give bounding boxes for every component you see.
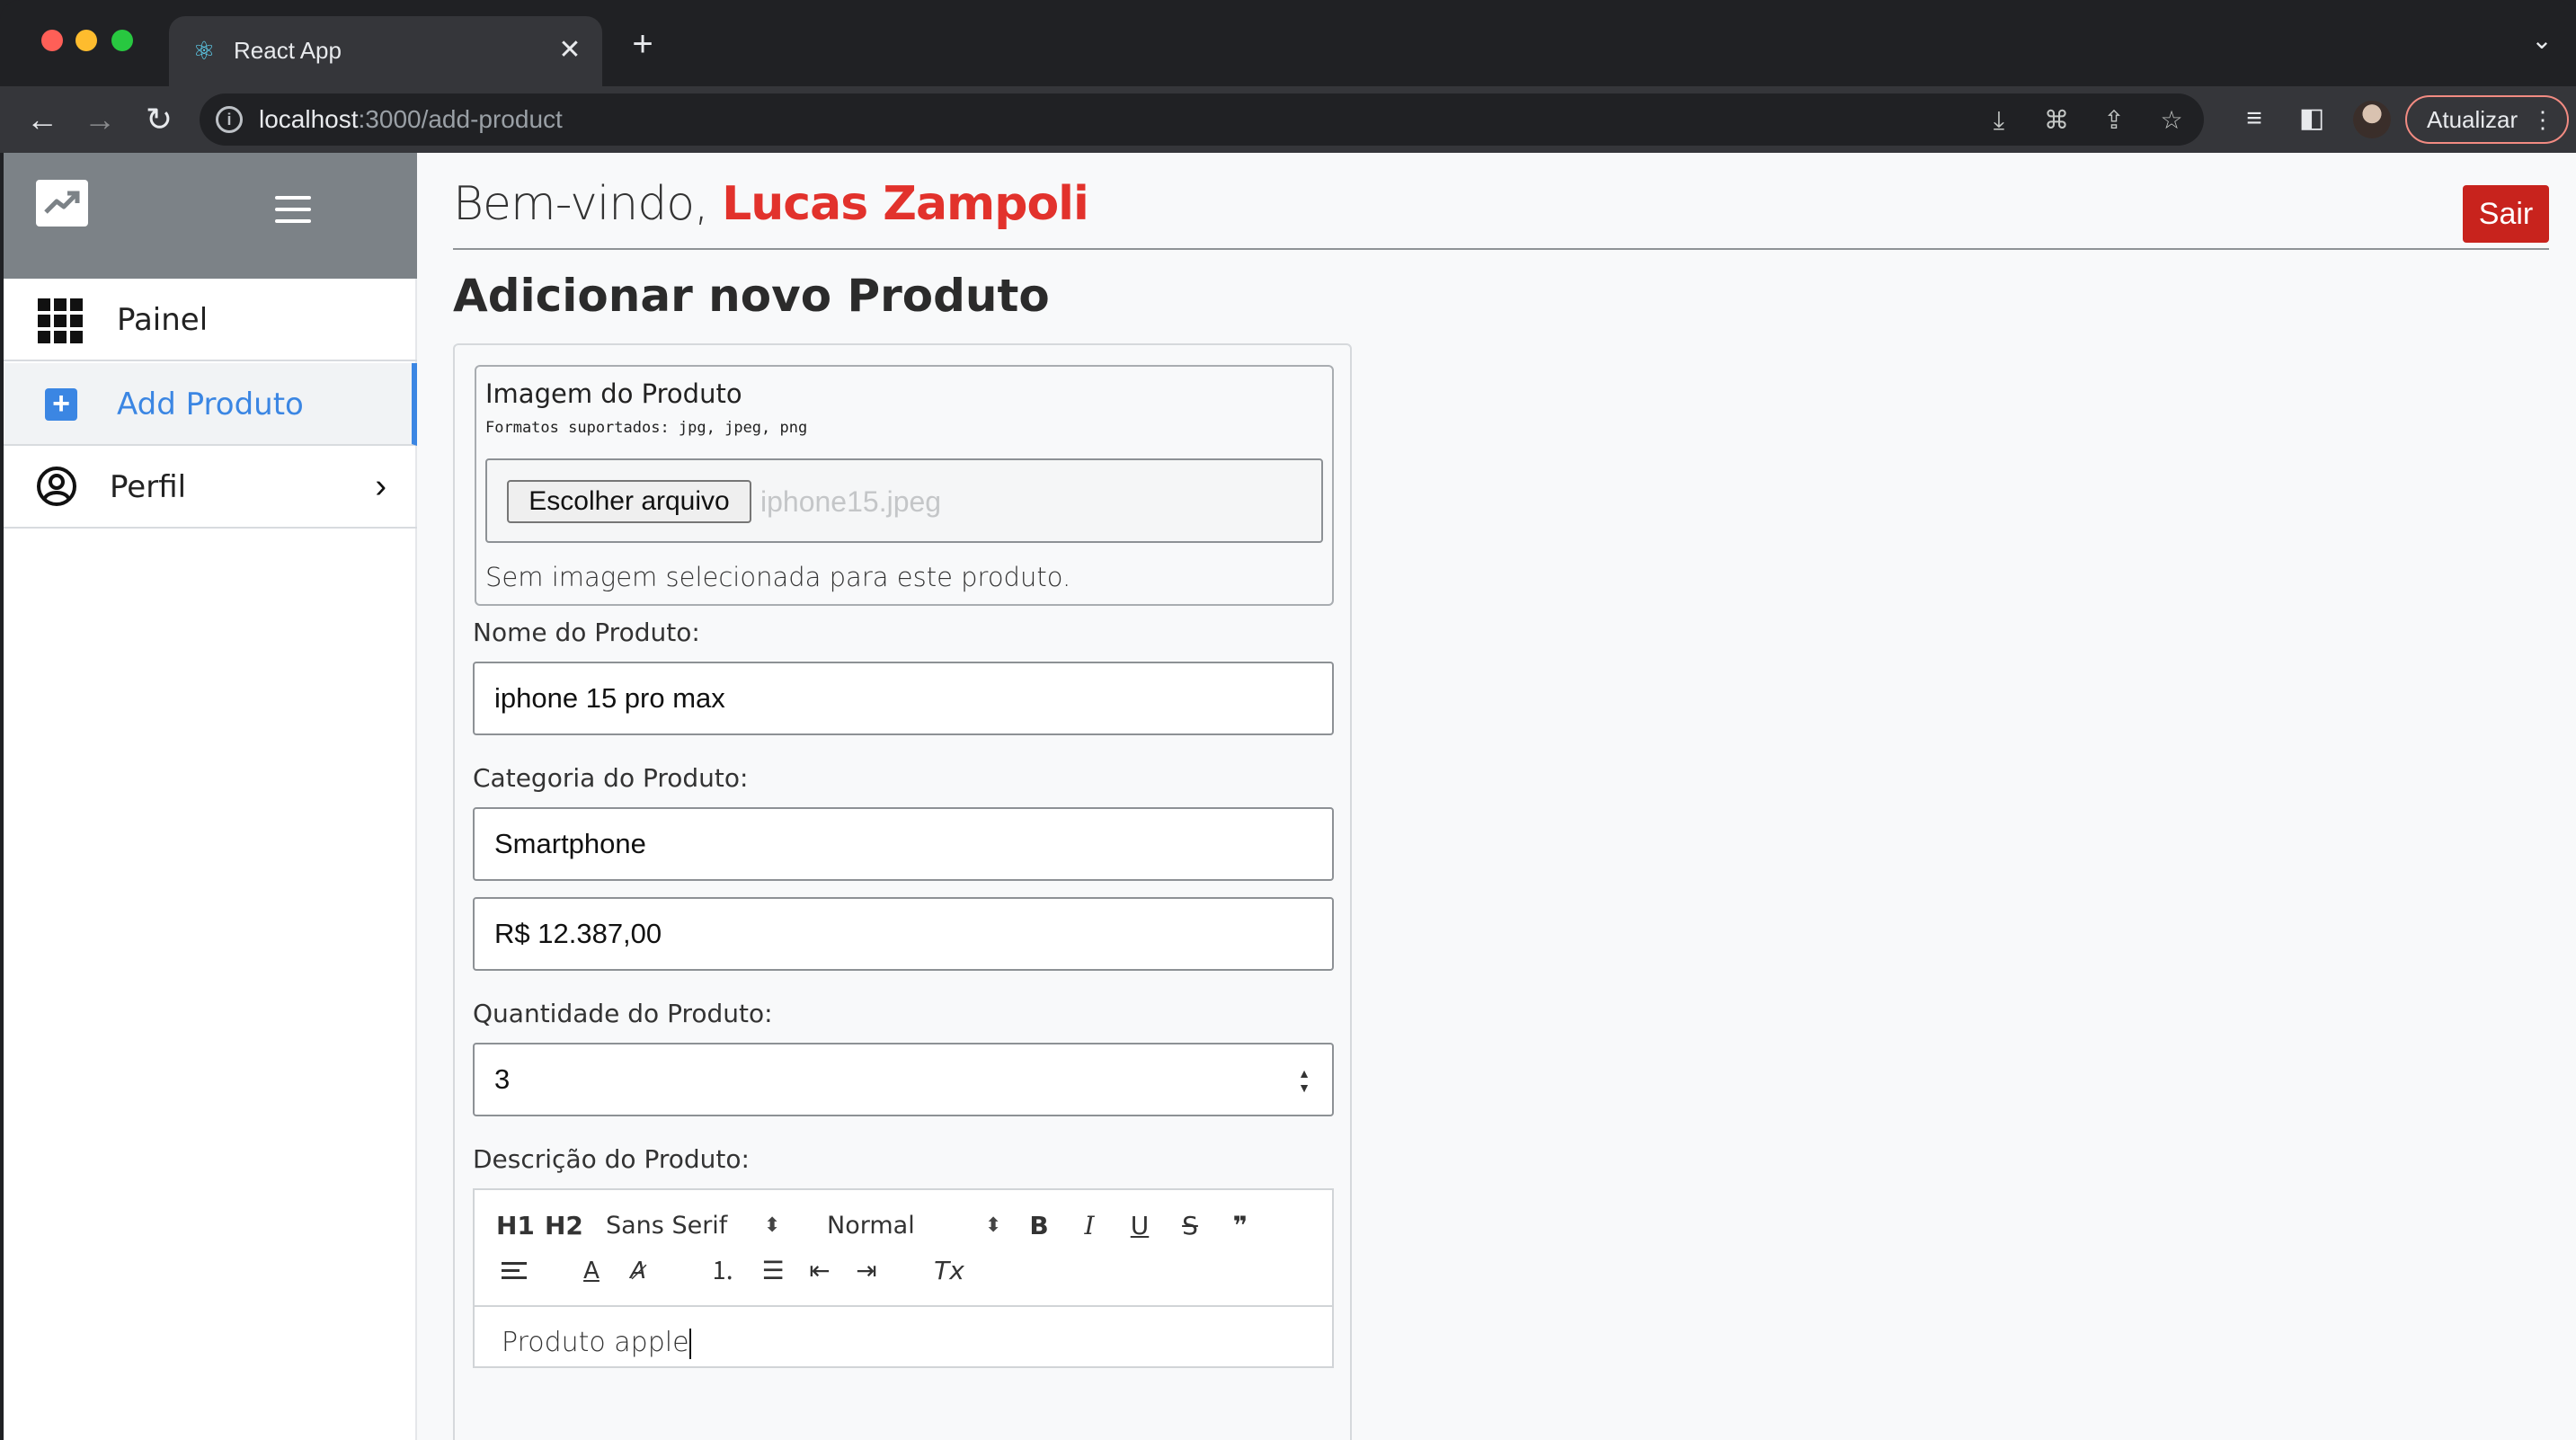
product-name-label: Nome do Produto:: [473, 618, 700, 647]
trending-up-icon[interactable]: [36, 180, 88, 227]
product-description-label: Descrição do Produto:: [473, 1144, 750, 1174]
image-fieldset: Imagem do Produto Formatos suportados: j…: [475, 365, 1334, 606]
sidebar-item-add-produto[interactable]: + Add Produto: [4, 363, 417, 446]
sidebar-item-label: Painel: [117, 302, 209, 338]
grid-icon: [38, 298, 83, 343]
page-title: Adicionar novo Produto: [453, 270, 1050, 322]
logout-button[interactable]: Sair: [2463, 185, 2549, 243]
sidebar: Painel + Add Produto Perfil ›: [4, 153, 417, 1440]
indent-icon[interactable]: ⇥: [848, 1253, 884, 1289]
image-section-title: Imagem do Produto: [485, 378, 742, 409]
tab-close-icon[interactable]: ✕: [552, 32, 588, 68]
add-product-form: Imagem do Produto Formatos suportados: j…: [453, 343, 1352, 1440]
forward-arrow-icon[interactable]: →: [77, 97, 122, 142]
browser-tab[interactable]: ⚛ React App ✕: [169, 16, 602, 86]
update-button[interactable]: Atualizar ⋮: [2405, 95, 2569, 144]
chevron-right-icon: ›: [375, 467, 386, 505]
more-vert-icon[interactable]: ⋮: [2531, 97, 2554, 142]
main-content: Bem-vindo, Lucas Zampoli Sair Adicionar …: [417, 153, 2576, 1440]
product-price-input[interactable]: R$ 12.387,00: [473, 897, 1334, 971]
ordered-list-icon[interactable]: ⒈: [705, 1253, 741, 1289]
clear-format-icon[interactable]: Tx: [929, 1253, 969, 1289]
product-quantity-input[interactable]: 3 ▲ ▼: [473, 1043, 1334, 1116]
product-quantity-label: Quantidade do Produto:: [473, 999, 773, 1028]
sidebar-item-label: Add Produto: [117, 387, 304, 422]
text-color-icon[interactable]: A: [573, 1253, 609, 1289]
sidebar-item-painel[interactable]: Painel: [4, 279, 417, 361]
product-name-input[interactable]: iphone 15 pro max: [473, 662, 1334, 735]
minimize-window-button[interactable]: [76, 30, 97, 51]
background-color-icon[interactable]: A̷: [620, 1253, 656, 1289]
close-window-button[interactable]: [41, 30, 63, 51]
italic-button[interactable]: I: [1071, 1208, 1107, 1244]
back-arrow-icon[interactable]: ←: [20, 97, 65, 142]
no-image-note: Sem imagem selecionada para este produto…: [485, 562, 1071, 592]
header-divider: [453, 248, 2549, 250]
select-arrows-icon: ⬍: [764, 1214, 781, 1237]
product-category-input[interactable]: Smartphone: [473, 807, 1334, 881]
install-icon[interactable]: ⤓: [1983, 104, 2015, 137]
bullet-list-icon[interactable]: ☰: [755, 1253, 791, 1289]
profile-avatar[interactable]: [2353, 101, 2391, 138]
text-caret: [688, 1328, 691, 1359]
font-family-select[interactable]: Sans Serif ⬍: [606, 1208, 782, 1244]
quantity-stepper[interactable]: ▲ ▼: [1294, 1066, 1314, 1095]
align-left-icon[interactable]: [502, 1262, 527, 1284]
heading-1-button[interactable]: H1: [496, 1208, 535, 1244]
plus-square-icon: +: [45, 388, 77, 421]
tab-title: React App: [234, 37, 342, 64]
select-arrows-icon: ⬍: [985, 1214, 1002, 1237]
heading-2-button[interactable]: H2: [545, 1208, 583, 1244]
reload-icon[interactable]: ↻: [137, 97, 182, 142]
file-name: iphone15.jpeg: [760, 485, 942, 518]
page-viewport: Painel + Add Produto Perfil › Bem-vindo,…: [4, 153, 2576, 1440]
supported-formats: Formatos suportados: jpg, jpeg, png: [485, 419, 808, 437]
url-text: localhost:3000/add-product: [259, 105, 563, 133]
editor-toolbar: H1 H2 Sans Serif ⬍ Normal ⬍ B I U S ❞ A …: [475, 1190, 1332, 1307]
user-circle-icon: [37, 467, 76, 506]
user-name: Lucas Zampoli: [722, 177, 1089, 231]
file-input-box[interactable]: Escolher arquivo iphone15.jpeg: [485, 458, 1323, 543]
product-category-label: Categoria do Produto:: [473, 763, 749, 793]
maximize-window-button[interactable]: [111, 30, 133, 51]
share-icon[interactable]: ⇪: [2098, 104, 2130, 137]
rich-text-editor: H1 H2 Sans Serif ⬍ Normal ⬍ B I U S ❞ A …: [473, 1188, 1334, 1368]
address-bar[interactable]: i localhost:3000/add-product ⤓ ⌘ ⇪ ☆: [200, 93, 2204, 146]
bold-button[interactable]: B: [1021, 1208, 1057, 1244]
sidebar-item-label: Perfil: [110, 469, 187, 505]
menu-icon[interactable]: [275, 196, 311, 227]
strike-button[interactable]: S: [1172, 1208, 1208, 1244]
sidebar-header: [4, 153, 417, 279]
browser-toolbar: ← → ↻ i localhost:3000/add-product ⤓ ⌘ ⇪…: [0, 86, 2576, 153]
info-icon[interactable]: i: [216, 106, 243, 133]
media-queue-icon[interactable]: ≡: [2236, 101, 2272, 137]
editor-content[interactable]: Produto apple: [502, 1325, 691, 1361]
side-panel-icon[interactable]: ◧: [2294, 101, 2330, 137]
underline-button[interactable]: U: [1122, 1208, 1158, 1244]
font-size-select[interactable]: Normal ⬍: [827, 1208, 1003, 1244]
browser-titlebar: ⚛ React App ✕ + ⌄: [0, 0, 2576, 86]
sidebar-item-perfil[interactable]: Perfil ›: [4, 446, 417, 529]
blockquote-button[interactable]: ❞: [1222, 1208, 1258, 1244]
outdent-icon[interactable]: ⇤: [802, 1253, 838, 1289]
choose-file-button[interactable]: Escolher arquivo: [507, 480, 751, 523]
translate-icon[interactable]: ⌘: [2040, 104, 2073, 137]
react-icon: ⚛: [192, 37, 216, 65]
bookmark-star-icon[interactable]: ☆: [2155, 104, 2188, 137]
chevron-down-icon[interactable]: ⌄: [2524, 25, 2560, 55]
new-tab-icon[interactable]: +: [620, 22, 665, 67]
welcome-heading: Bem-vindo, Lucas Zampoli: [453, 177, 1089, 231]
